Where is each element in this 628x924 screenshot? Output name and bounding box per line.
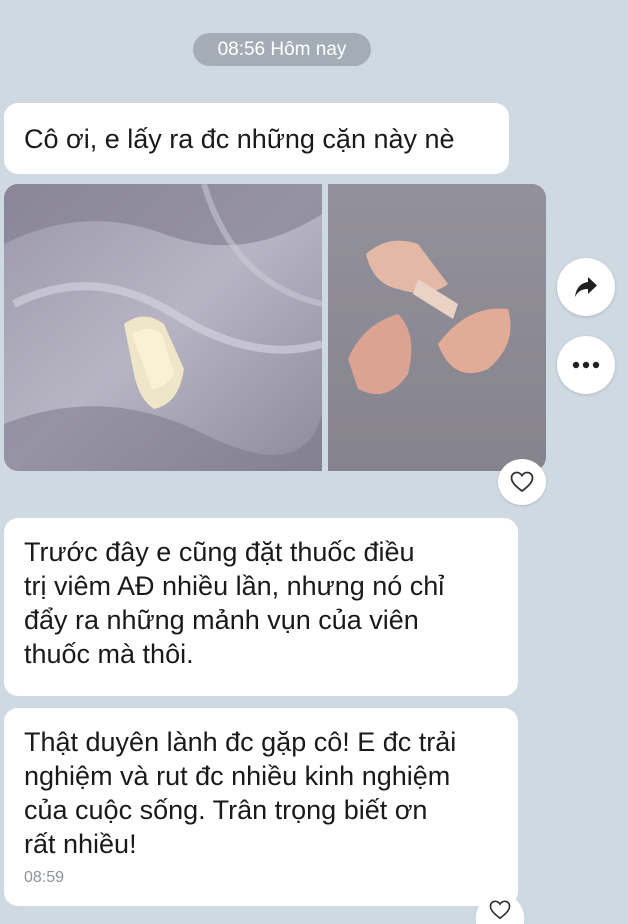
more-options-button[interactable] <box>557 336 615 394</box>
message-line: rất nhiều! <box>24 829 137 859</box>
more-horizontal-icon <box>572 361 600 369</box>
message-line: Trước đây e cũng đặt thuốc điều <box>24 537 415 567</box>
message-text: Cô ơi, e lấy ra đc những cặn này nè <box>24 124 455 154</box>
share-arrow-icon <box>575 277 597 297</box>
message-line: trị viêm AĐ nhiều lần, nhưng nó chỉ <box>24 571 445 601</box>
message-photo-group[interactable] <box>4 184 546 471</box>
message-bubble-text-3[interactable]: Thật duyên lành đc gặp cô! E đc trải ngh… <box>4 708 518 906</box>
message-line: của cuộc sống. Trân trọng biết ơn <box>24 795 428 825</box>
message-line: Thật duyên lành đc gặp cô! E đc trải <box>24 727 457 757</box>
photo-1-image <box>4 184 322 471</box>
message-timestamp: 08:59 <box>24 869 65 886</box>
react-button[interactable] <box>498 459 546 505</box>
share-button[interactable] <box>557 258 615 316</box>
photo-thumbnail-2[interactable] <box>328 184 546 471</box>
heart-outline-icon <box>489 900 511 920</box>
message-bubble-text-2[interactable]: Trước đây e cũng đặt thuốc điều trị viêm… <box>4 518 518 696</box>
message-bubble-text-1[interactable]: Cô ơi, e lấy ra đc những cặn này nè <box>4 103 509 174</box>
photo-thumbnail-1[interactable] <box>4 184 322 471</box>
message-line: thuốc mà thôi. <box>24 639 194 669</box>
message-line: nghiệm và rut đc nhiều kinh nghiệm <box>24 761 451 791</box>
photo-2-image <box>328 184 546 471</box>
message-line: đẩy ra những mảnh vụn của viên <box>24 605 419 635</box>
date-separator: 08:56 Hôm nay <box>193 33 371 66</box>
heart-outline-icon <box>510 471 534 493</box>
